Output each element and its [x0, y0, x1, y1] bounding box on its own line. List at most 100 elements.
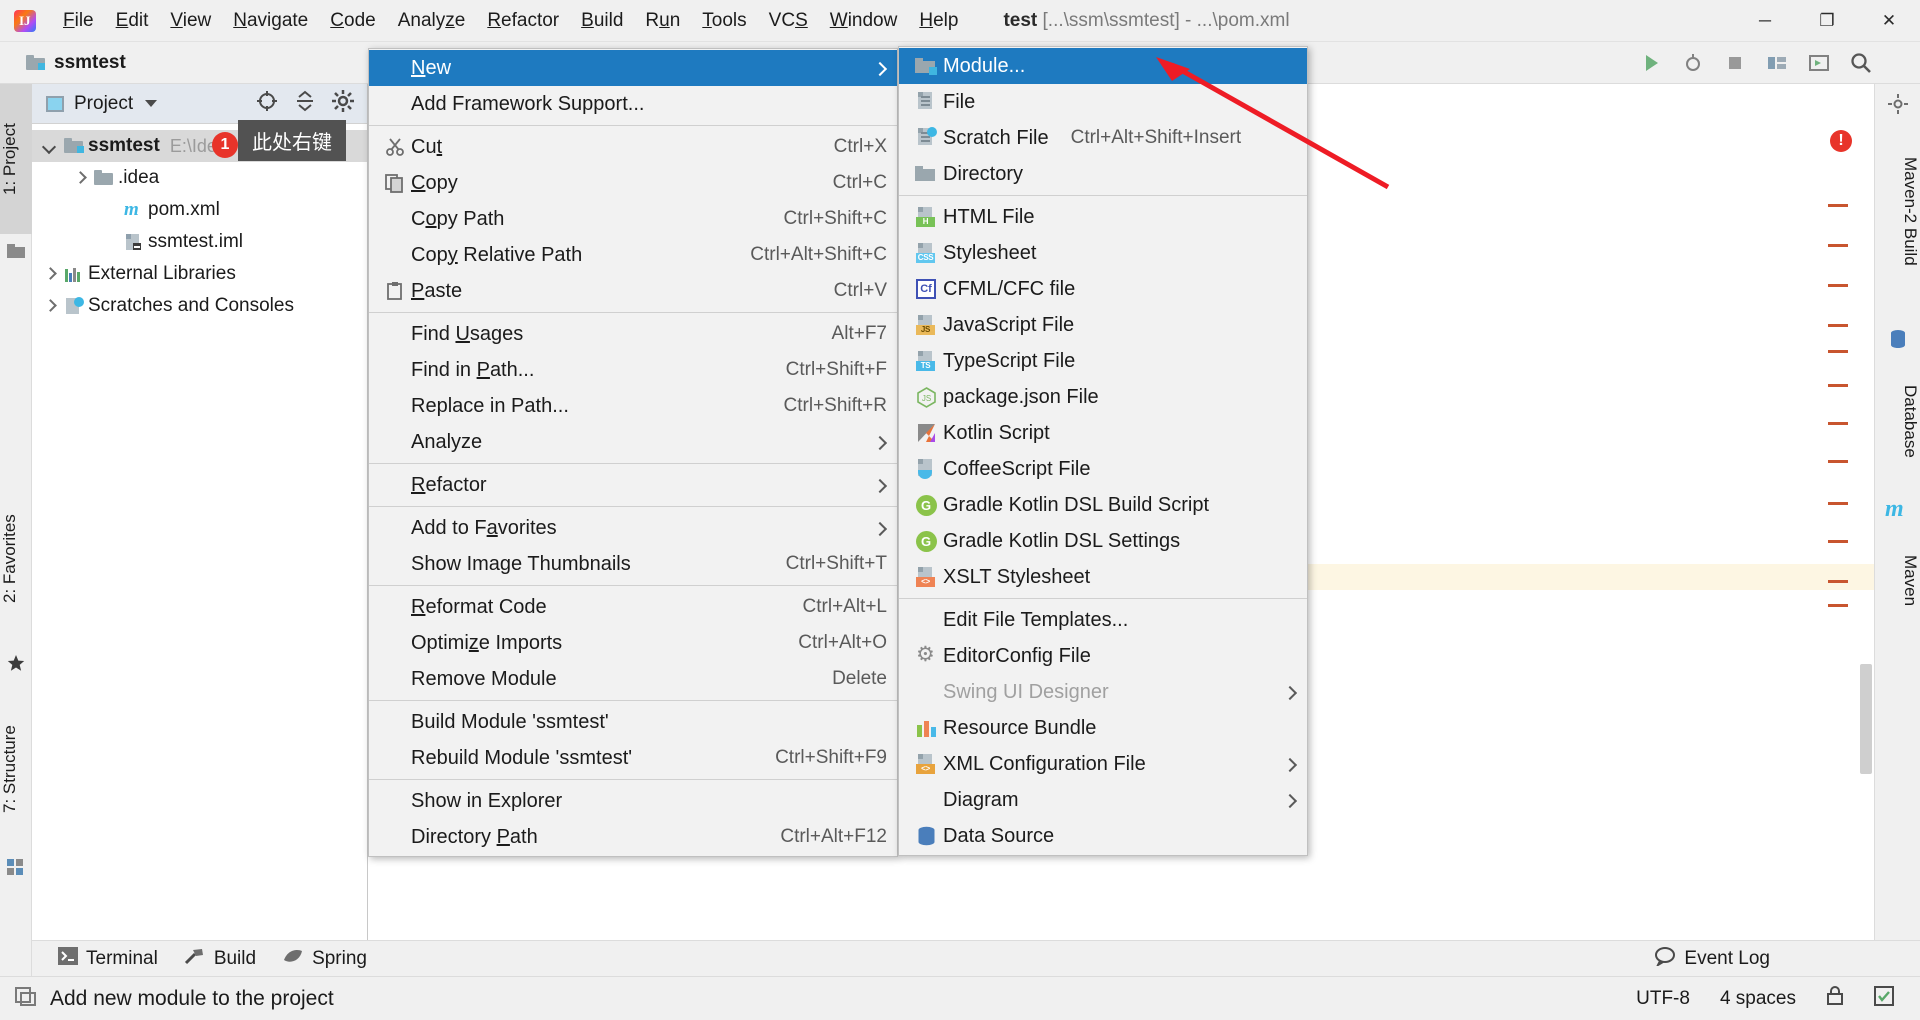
submenu-item-kotlin-script[interactable]: Kotlin Script [899, 415, 1307, 451]
context-menu-item-analyze[interactable]: Analyze [369, 424, 897, 460]
run-icon[interactable] [1638, 50, 1664, 76]
bottom-tab-build[interactable]: Build [184, 946, 256, 972]
context-menu-item-rebuild-module-ssmtest[interactable]: Rebuild Module 'ssmtest' Ctrl+Shift+F9 [369, 740, 897, 776]
editor-scrollbar[interactable] [1860, 664, 1872, 774]
submenu-item-cfml-cfc-file[interactable]: Cf CFML/CFC file [899, 271, 1307, 307]
submenu-item-editorconfig-file[interactable]: EditorConfig File [899, 638, 1307, 674]
context-menu-item-build-module-ssmtest[interactable]: Build Module 'ssmtest' [369, 704, 897, 740]
sidebar-item-project[interactable]: 1: Project [0, 84, 32, 234]
context-menu-item-copy-path[interactable]: Copy Path Ctrl+Shift+C [369, 201, 897, 237]
left-tool-window-strip[interactable]: 1: Project 2: Favorites 7: Structure [0, 84, 32, 976]
menu-code[interactable]: Code [319, 6, 386, 36]
main-toolbar-actions[interactable] [1638, 42, 1874, 84]
menu-run[interactable]: Run [634, 6, 691, 36]
sidebar-item-maven[interactable]: Maven [1874, 526, 1920, 636]
main-menu-bar[interactable]: File Edit View Navigate Code Analyze Refactor B… [52, 0, 969, 42]
bottom-tab-event-log[interactable]: Event Log [1654, 946, 1770, 972]
lock-icon[interactable] [1826, 985, 1844, 1012]
status-indent[interactable]: 4 spaces [1720, 988, 1796, 1010]
context-menu-item-add-framework-support[interactable]: Add Framework Support... [369, 86, 897, 122]
tree-item-idea[interactable]: .idea [32, 162, 367, 194]
menu-window[interactable]: Window [819, 6, 909, 36]
menu-help[interactable]: Help [908, 6, 969, 36]
menu-view[interactable]: View [159, 6, 222, 36]
submenu-item-data-source[interactable]: Data Source [899, 818, 1307, 854]
submenu-item-resource-bundle[interactable]: Resource Bundle [899, 710, 1307, 746]
context-menu-item-paste[interactable]: Paste Ctrl+V [369, 273, 897, 309]
context-menu-item-directory-path[interactable]: Directory Path Ctrl+Alt+F12 [369, 819, 897, 855]
menu-build[interactable]: Build [570, 6, 634, 36]
submenu-item-html-file[interactable]: H HTML File [899, 199, 1307, 235]
bottom-tab-terminal[interactable]: Terminal [58, 946, 158, 971]
bottom-tool-window-bar[interactable]: Terminal Build Spring Event Log [32, 940, 1920, 976]
sidebar-item-maven-build[interactable]: Maven-2 Build [1874, 116, 1920, 306]
chevron-down-icon[interactable] [145, 100, 158, 107]
submenu-item-diagram[interactable]: Diagram [899, 782, 1307, 818]
tree-item-pom-xml[interactable]: m pom.xml [32, 194, 367, 226]
context-menu-item-cut[interactable]: Cut Ctrl+X [369, 129, 897, 165]
menu-edit[interactable]: Edit [105, 6, 160, 36]
chevron-down-icon[interactable] [42, 138, 58, 154]
menu-navigate[interactable]: Navigate [222, 6, 319, 36]
debug-icon[interactable] [1680, 50, 1706, 76]
inspections-icon[interactable] [1874, 985, 1894, 1012]
menu-file[interactable]: File [52, 6, 105, 36]
submenu-item-typescript-file[interactable]: TS TypeScript File [899, 343, 1307, 379]
chevron-right-icon[interactable] [42, 298, 58, 314]
minimize-button[interactable]: ─ [1734, 0, 1796, 42]
menu-tools[interactable]: Tools [691, 6, 757, 36]
submenu-item-javascript-file[interactable]: JS JavaScript File [899, 307, 1307, 343]
breadcrumb[interactable]: ssmtest [26, 52, 126, 74]
new-submenu[interactable]: Module... File Scratch File Ctrl+Alt+Shift+… [898, 46, 1308, 856]
chevron-right-icon[interactable] [42, 266, 58, 282]
window-controls[interactable]: ─ ❐ ✕ [1734, 0, 1920, 42]
context-menu-item-find-usages[interactable]: Find Usages Alt+F7 [369, 316, 897, 352]
sidebar-item-favorites[interactable]: 2: Favorites [0, 474, 32, 644]
scroll-from-source-icon[interactable] [255, 89, 279, 118]
right-tool-window-strip[interactable]: Maven-2 Build Database m Maven [1874, 84, 1920, 976]
gear-icon[interactable] [331, 89, 355, 118]
context-menu-item-new[interactable]: New [369, 50, 897, 86]
chevron-right-icon[interactable] [72, 170, 88, 186]
context-menu-item-copy[interactable]: Copy Ctrl+C [369, 165, 897, 201]
context-menu-item-reformat-code[interactable]: Reformat Code Ctrl+Alt+L [369, 589, 897, 625]
submenu-item-directory[interactable]: Directory [899, 156, 1307, 192]
context-menu-item-replace-in-path[interactable]: Replace in Path... Ctrl+Shift+R [369, 388, 897, 424]
submenu-item-edit-file-templates[interactable]: Edit File Templates... [899, 602, 1307, 638]
close-button[interactable]: ✕ [1858, 0, 1920, 42]
submenu-item-package-json-file[interactable]: JS package.json File [899, 379, 1307, 415]
project-structure-icon[interactable] [1764, 50, 1790, 76]
editor-error-stripe[interactable] [1826, 84, 1848, 976]
stop-icon[interactable] [1722, 50, 1748, 76]
submenu-item-module[interactable]: Module... [899, 48, 1307, 84]
status-encoding[interactable]: UTF-8 [1636, 988, 1690, 1010]
context-menu-item-find-in-path[interactable]: Find in Path... Ctrl+Shift+F [369, 352, 897, 388]
status-bar-right[interactable]: UTF-8 4 spaces [1636, 985, 1920, 1012]
search-icon[interactable] [1848, 50, 1874, 76]
context-menu-item-optimize-imports[interactable]: Optimize Imports Ctrl+Alt+O [369, 625, 897, 661]
context-menu-item-refactor[interactable]: Refactor [369, 467, 897, 503]
submenu-item-coffeescript-file[interactable]: CoffeeScript File [899, 451, 1307, 487]
submenu-item-file[interactable]: File [899, 84, 1307, 120]
tree-item-scratches-and-consoles[interactable]: Scratches and Consoles [32, 290, 367, 322]
context-menu-item-remove-module[interactable]: Remove Module Delete [369, 661, 897, 697]
submenu-item-xml-configuration-file[interactable]: <> XML Configuration File [899, 746, 1307, 782]
tree-item-ssmtest-iml[interactable]: ssmtest.iml [32, 226, 367, 258]
submenu-item-gradle-kotlin-dsl-settings[interactable]: G Gradle Kotlin DSL Settings [899, 523, 1307, 559]
context-menu-item-copy-relative-path[interactable]: Copy Relative Path Ctrl+Alt+Shift+C [369, 237, 897, 273]
submenu-item-scratch-file[interactable]: Scratch File Ctrl+Alt+Shift+Insert [899, 120, 1307, 156]
menu-vcs[interactable]: VCS [758, 6, 819, 36]
menu-refactor[interactable]: Refactor [476, 6, 570, 36]
submenu-item-gradle-kotlin-dsl-build-script[interactable]: G Gradle Kotlin DSL Build Script [899, 487, 1307, 523]
context-menu-item-show-image-thumbnails[interactable]: Show Image Thumbnails Ctrl+Shift+T [369, 546, 897, 582]
menu-analyze[interactable]: Analyze [387, 6, 477, 36]
bottom-tab-spring[interactable]: Spring [282, 946, 367, 972]
sidebar-item-database[interactable]: Database [1874, 356, 1920, 486]
tree-item-external-libraries[interactable]: External Libraries [32, 258, 367, 290]
submenu-item-xslt-stylesheet[interactable]: <> XSLT Stylesheet [899, 559, 1307, 595]
context-menu-item-add-to-favorites[interactable]: Add to Favorites [369, 510, 897, 546]
context-menu[interactable]: New Add Framework Support... Cut Ctrl+X Copy… [368, 48, 898, 857]
sidebar-item-structure[interactable]: 7: Structure [0, 684, 32, 854]
maximize-button[interactable]: ❐ [1796, 0, 1858, 42]
collapse-all-icon[interactable] [293, 89, 317, 118]
